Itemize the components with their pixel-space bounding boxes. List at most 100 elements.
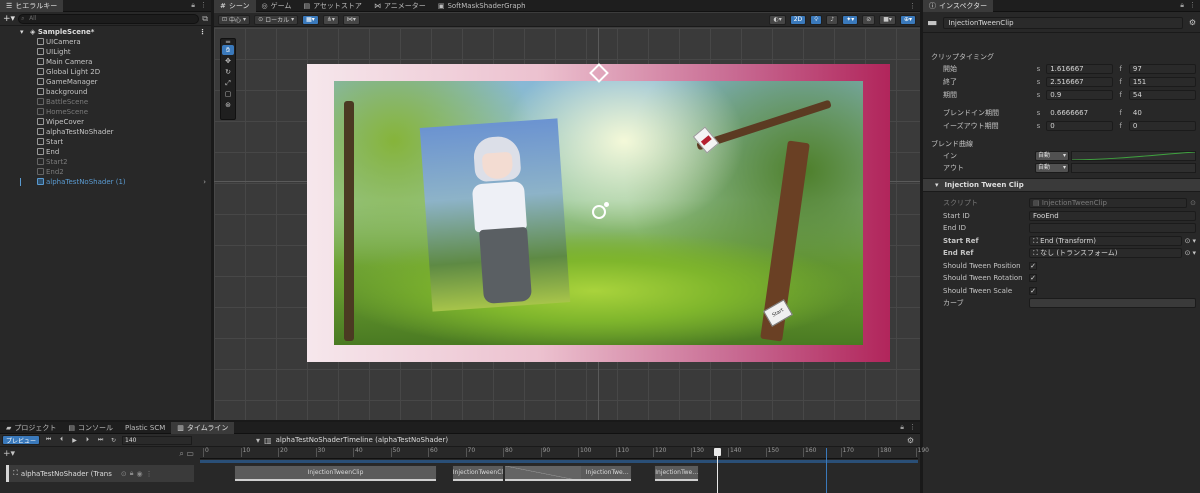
hierarchy-item[interactable]: GameManager	[0, 77, 211, 87]
timeline-ruler[interactable]: 0 10 20 30 40 50 60 70 80 90 100 110 120 130 140 150 160…	[200, 448, 929, 459]
duration-frames-field[interactable]: 54	[1128, 89, 1196, 100]
end-seconds-field[interactable]: 2.516667	[1046, 76, 1114, 87]
tab-animator[interactable]: ⋈ アニメーター	[368, 0, 432, 12]
ease-out-seconds-field[interactable]: 0	[1046, 120, 1114, 131]
kebab-menu-icon[interactable]: ⋮	[200, 1, 207, 10]
hierarchy-item[interactable]: End2	[0, 167, 211, 177]
kebab-menu-icon[interactable]: ⋮	[146, 470, 153, 478]
start-id-field[interactable]: FooEnd	[1029, 210, 1196, 221]
camera-settings-button[interactable]: ■▾	[879, 14, 896, 25]
wipe-frame[interactable]: Start	[307, 63, 890, 362]
pivot-toggle[interactable]: ⊡ 中心 ▾	[218, 14, 251, 25]
settings-icon[interactable]: ⚙︎	[1189, 18, 1196, 27]
ease-out-frames-field[interactable]: 0	[1128, 120, 1196, 131]
hierarchy-item[interactable]: alphaTestNoShader (1) ›	[0, 177, 211, 187]
tab-scene[interactable]: # シーン	[214, 0, 256, 12]
move-tool-icon[interactable]: ✥	[222, 56, 234, 66]
shading-mode-button[interactable]: ◐▾	[769, 14, 786, 25]
prefab-open-icon[interactable]: ›	[203, 177, 206, 187]
start-frames-field[interactable]: 97	[1128, 63, 1196, 74]
next-frame-icon[interactable]: ⏵	[83, 436, 92, 445]
increment-snap-button[interactable]: ⋔▾	[322, 14, 339, 25]
tab-timeline[interactable]: ▥ タイムライン	[171, 421, 235, 434]
scene-menu-icon[interactable]: ⋮	[199, 27, 206, 37]
timeline-clip[interactable]: InjectionTwe…	[654, 465, 700, 482]
scene-visibility-icon[interactable]: ⧉	[202, 14, 208, 24]
background-image[interactable]: Start	[334, 81, 863, 345]
lighting-toggle[interactable]: 💡︎	[810, 14, 823, 25]
tab-project[interactable]: ▰ プロジェクト	[0, 422, 62, 434]
gizmos-button[interactable]: ⊕▾	[899, 14, 916, 25]
lock-icon[interactable]: 🔒︎	[130, 469, 134, 478]
hierarchy-item[interactable]: Main Camera	[0, 57, 211, 67]
add-track-icon[interactable]: +▾	[3, 449, 15, 459]
timeline-asset-label[interactable]: alphaTestNoShaderTimeline (alphaTestNoSh…	[276, 436, 448, 444]
kebab-menu-icon[interactable]: ⋮	[1189, 1, 1196, 10]
alpha-test-sprite[interactable]	[419, 118, 571, 312]
object-picker-icon[interactable]: ⊙	[1185, 237, 1191, 245]
duration-seconds-field[interactable]: 0.9	[1046, 89, 1114, 100]
go-to-end-icon[interactable]: ⏭	[96, 436, 105, 445]
settings-icon[interactable]: ⚙︎	[907, 436, 918, 445]
lock-icon[interactable]: 🔒︎	[191, 1, 195, 10]
tab-hierarchy[interactable]: ☰ ヒエラルキー	[0, 0, 64, 12]
timeline-clip[interactable]: InjectionTwe…	[504, 465, 632, 482]
chevron-down-icon[interactable]: ▾	[1192, 249, 1196, 257]
kebab-menu-icon[interactable]: ⋮	[909, 423, 916, 432]
mode-2d-button[interactable]: 2D	[789, 14, 807, 25]
audio-toggle[interactable]: ♪	[826, 14, 839, 25]
hierarchy-item[interactable]: BattleScene	[0, 97, 211, 107]
tab-inspector[interactable]: ⓘ インスペクター	[923, 0, 994, 12]
hierarchy-search-input[interactable]: ⌕ All	[18, 14, 200, 24]
transform-gizmo-icon[interactable]	[592, 205, 606, 219]
tab-asset-store[interactable]: ▤ アセットストア	[297, 0, 368, 12]
scale-tool-icon[interactable]: ⤢	[222, 78, 234, 88]
chevron-down-icon[interactable]: ▾	[1192, 237, 1196, 245]
end-marker[interactable]	[692, 126, 720, 154]
out-mode-dropdown[interactable]: 自動	[1035, 162, 1069, 173]
injection-tween-clip-header[interactable]: ▾ Injection Tween Clip	[923, 178, 1200, 192]
tab-console[interactable]: ▤ コンソール	[62, 422, 119, 434]
scene-viewport[interactable]: Start ═ ✋︎ ✥ ↻ ⤢ ▢ ⊛	[214, 28, 920, 420]
lock-icon[interactable]: 🔒︎	[1180, 1, 1184, 10]
play-icon[interactable]: ▶	[70, 436, 79, 445]
effects-toggle[interactable]: ✦▾	[842, 14, 859, 25]
chevron-down-icon[interactable]: ▾	[256, 436, 260, 445]
in-curve-field[interactable]	[1071, 150, 1196, 161]
rect-tool-icon[interactable]: ▢	[222, 89, 234, 99]
tab-softmask[interactable]: ▣ SoftMaskShaderGraph	[432, 0, 532, 12]
end-ref-field[interactable]: ⛶ なし (トランスフォーム)	[1029, 247, 1182, 258]
preview-button[interactable]: プレビュー	[2, 435, 41, 445]
hierarchy-item[interactable]: UILight	[0, 47, 211, 57]
hierarchy-item[interactable]: WipeCover	[0, 117, 211, 127]
scene-visibility-toggle[interactable]: ⊘	[862, 14, 876, 25]
markers-icon[interactable]: ⌕ ▭	[179, 449, 200, 459]
hand-tool-icon[interactable]: ✋︎	[222, 45, 234, 55]
out-curve-field[interactable]	[1071, 162, 1196, 173]
tween-scale-checkbox[interactable]: ✓	[1029, 286, 1037, 295]
transform-tool-icon[interactable]: ⊛	[222, 100, 234, 110]
hierarchy-item[interactable]: Start2	[0, 157, 211, 167]
hierarchy-item[interactable]: UICamera	[0, 37, 211, 47]
current-frame-field[interactable]: 140	[122, 435, 193, 445]
loop-icon[interactable]: ↻	[109, 436, 118, 445]
grid-snap-button[interactable]: ▦▾	[302, 14, 319, 25]
end-frames-field[interactable]: 151	[1128, 76, 1196, 87]
add-button[interactable]: +▾	[3, 14, 15, 24]
kebab-menu-icon[interactable]: ⋮	[909, 2, 916, 10]
start-ref-field[interactable]: ⛶ End (Transform)	[1029, 235, 1182, 246]
rotate-tool-icon[interactable]: ↻	[222, 67, 234, 77]
hierarchy-item[interactable]: HomeScene	[0, 107, 211, 117]
scene-root-row[interactable]: ▾ ◈ SampleScene* ⋮	[0, 27, 211, 37]
tab-plastic-scm[interactable]: Plastic SCM	[119, 422, 171, 434]
object-picker-icon[interactable]: ⊙	[1185, 249, 1191, 257]
hierarchy-item[interactable]: Global Light 2D	[0, 67, 211, 77]
track-header[interactable]: ⛶ alphaTestNoShader (Trans ⊙ 🔒︎ ◉ ⋮	[6, 465, 194, 482]
hierarchy-item[interactable]: alphaTestNoShader	[0, 127, 211, 137]
space-toggle[interactable]: ⊙ ローカル ▾	[254, 14, 299, 25]
expand-arrow-icon[interactable]: ▾	[20, 27, 24, 37]
object-picker-icon[interactable]: ⊙	[1190, 199, 1196, 207]
blend-in-seconds-field[interactable]: 0.6666667	[1046, 108, 1113, 118]
timeline-clip[interactable]: InjectionTweenClip	[234, 465, 437, 482]
visibility-icon[interactable]: ◉	[136, 470, 142, 478]
